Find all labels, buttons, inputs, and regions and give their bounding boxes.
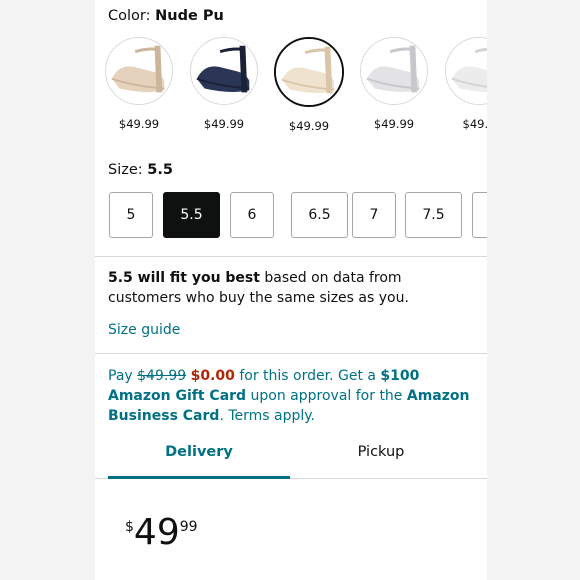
swatch-price: $49.9	[462, 117, 487, 131]
promo-new-price: $0.00	[190, 368, 235, 384]
divider	[95, 256, 487, 257]
color-swatch[interactable]: $49.99	[185, 37, 263, 131]
tab-pickup[interactable]: Pickup	[290, 444, 472, 460]
promo-old-price: $49.99	[137, 368, 187, 384]
size-guide-link[interactable]: Size guide	[108, 322, 180, 338]
swatch-price: $49.99	[288, 119, 330, 133]
active-tab-indicator	[108, 476, 290, 479]
size-fit-recommendation: 5.5 will fit you best based on data from…	[108, 270, 409, 306]
shoe-thumbnail-image	[360, 37, 428, 105]
size-option-button[interactable]: 5	[109, 192, 153, 238]
size-option-button[interactable]: 5.5	[163, 192, 220, 238]
selected-color-value: Nude Pu	[155, 8, 224, 24]
size-option-button[interactable]: 7	[352, 192, 396, 238]
size-selection-label: Size: 5.5	[108, 162, 173, 178]
shoe-thumbnail-image	[274, 37, 344, 107]
color-swatch[interactable]: $49.99	[355, 37, 433, 131]
size-option-button[interactable]: 6	[230, 192, 274, 238]
divider	[95, 353, 487, 354]
price-whole: 49	[133, 512, 180, 553]
color-swatch[interactable]: $49.9	[440, 37, 487, 131]
color-selection-label: Color: Nude Pu	[108, 8, 224, 24]
shoe-thumbnail-image	[105, 37, 173, 105]
size-option-button[interactable]	[472, 192, 487, 238]
swatch-price: $49.99	[203, 117, 245, 131]
selected-size-value: 5.5	[147, 162, 173, 178]
product-options-panel: Color: Nude Pu $49.99 $49.99 $49.99 $49.99 $…	[95, 0, 487, 580]
price-fraction: 99	[179, 519, 198, 535]
shoe-thumbnail-image	[190, 37, 258, 105]
tab-delivery[interactable]: Delivery	[108, 444, 290, 460]
color-swatch[interactable]: $49.99	[270, 37, 348, 133]
size-option-button[interactable]: 7.5	[405, 192, 462, 238]
price-currency-symbol: $	[125, 519, 134, 535]
product-price: $4999	[125, 513, 198, 553]
size-option-list: 5 5.5 6 6.5 7 7.5	[95, 192, 487, 240]
size-option-button[interactable]: 6.5	[291, 192, 348, 238]
color-swatch-list: $49.99 $49.99 $49.99 $49.99 $49.9	[95, 37, 487, 137]
color-swatch[interactable]: $49.99	[100, 37, 178, 131]
shoe-thumbnail-image	[445, 37, 487, 105]
credit-card-promo[interactable]: Pay $49.99 $0.00 for this order. Get a $…	[108, 366, 483, 426]
swatch-price: $49.99	[373, 117, 415, 131]
swatch-price: $49.99	[118, 117, 160, 131]
